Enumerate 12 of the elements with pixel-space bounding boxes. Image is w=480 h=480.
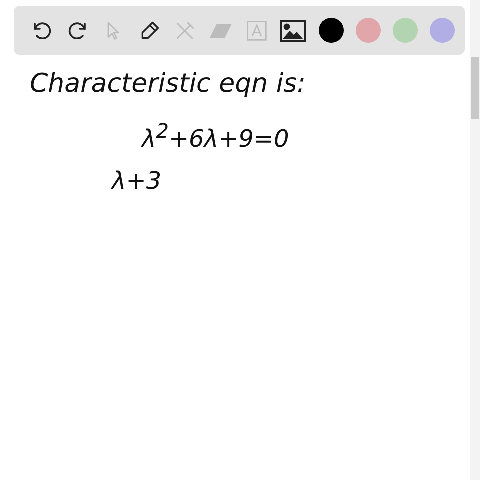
color-swatch[interactable] — [430, 18, 455, 43]
handwritten-equation: λ$^{2}$+6λ+9=0 — [140, 119, 290, 153]
color-swatch[interactable] — [393, 18, 418, 43]
color-swatch[interactable] — [319, 18, 344, 43]
handwritten-heading: Characteristic eqn is: — [29, 69, 307, 99]
text-box-icon — [246, 20, 268, 42]
handwritten-expression: λ+3 — [110, 167, 163, 195]
scrollbar[interactable] — [470, 0, 480, 480]
color-swatch[interactable] — [356, 18, 381, 43]
crossed-tools-icon — [174, 20, 196, 42]
scrollbar-thumb[interactable] — [471, 57, 479, 119]
image-icon — [280, 20, 306, 42]
